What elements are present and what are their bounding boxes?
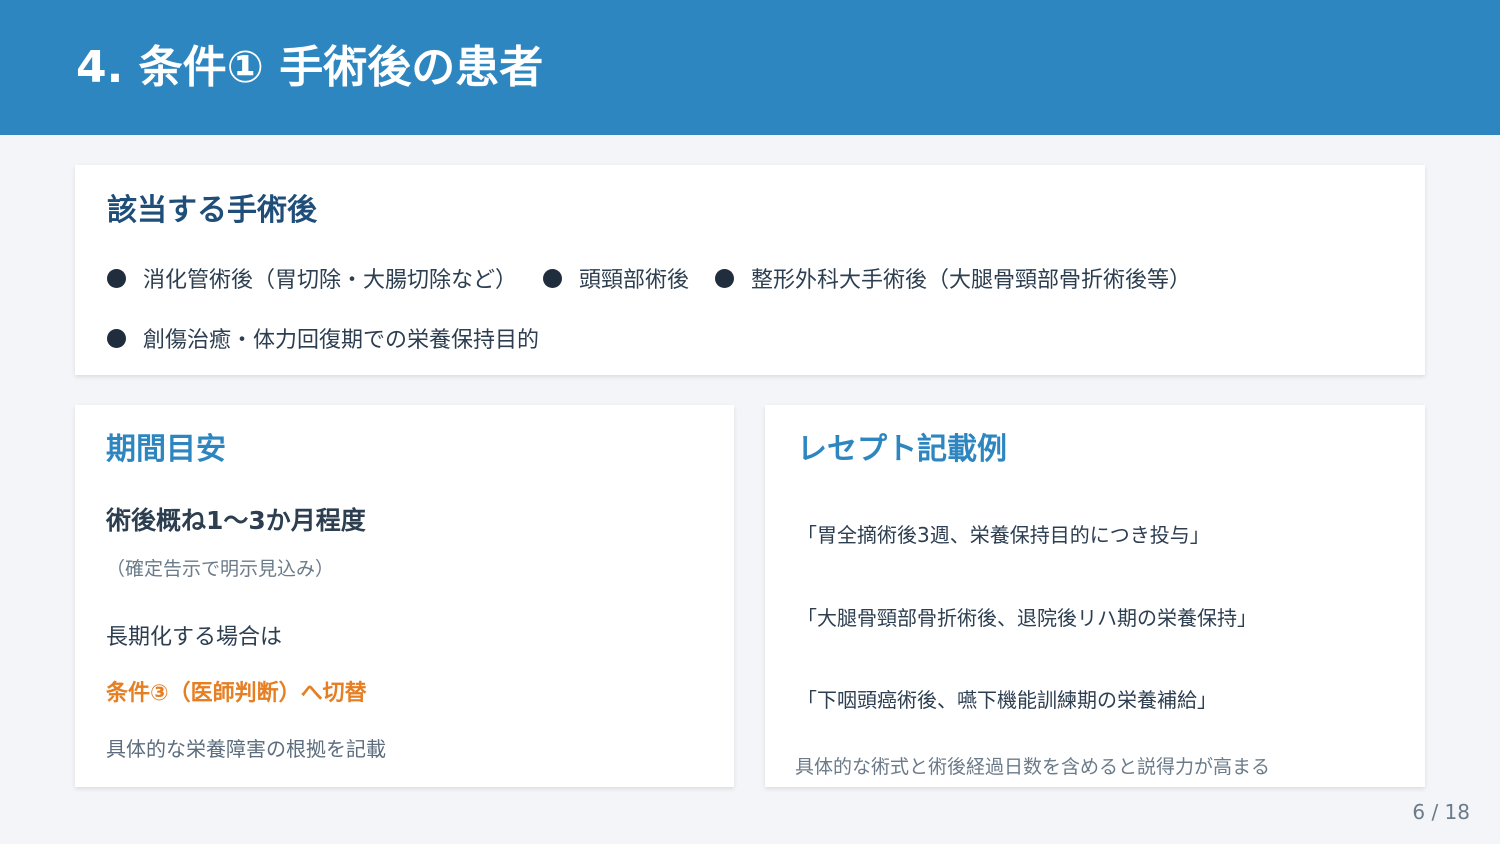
bullet-dot-icon [107,268,126,288]
duration-note: （確定告示で明示見込み） [106,558,335,580]
applicable-surgery-card: 該当する手術後 消化管術後（胃切除・大腸切除など） 頭頸部術後 整形外科大手術後… [75,165,1425,375]
record-note: 具体的な栄養障害の根拠を記載 [106,737,386,761]
list-item-text: 頭頸部術後 [579,268,690,293]
list-item: 頭頸部術後 [543,262,689,294]
switch-condition-text: 条件③（医師判断）へ切替 [106,681,367,706]
bullet-dot-icon [107,328,126,348]
bullet-row-1: 消化管術後（胃切除・大腸切除など） 頭頸部術後 整形外科大手術後（大腿骨頸部骨折… [107,263,1217,293]
receipt-tip: 具体的な術式と術後経過日数を含めると説得力が高まる [795,756,1271,778]
list-item: 整形外科大手術後（大腿骨頸部骨折術後等） [715,262,1191,294]
bullet-dot-icon [715,268,735,288]
duration-text: 術後概ね1～3か月程度 [106,506,366,535]
receipt-example: 「下咽頭癌術後、嚥下機能訓練期の栄養補給」 [797,688,1217,712]
page-number: 6 / 18 [1412,800,1470,824]
applicable-card-title: 該当する手術後 [107,193,317,228]
list-item-text: 創傷治癒・体力回復期での栄養保持目的 [143,328,540,353]
bullet-row-2: 創傷治癒・体力回復期での栄養保持目的 [107,323,565,353]
list-item-text: 整形外科大手術後（大腿骨頸部骨折術後等） [751,268,1192,293]
period-card: 期間目安 術後概ね1～3か月程度 （確定告示で明示見込み） 長期化する場合は 条… [75,405,734,787]
long-term-label: 長期化する場合は [106,625,283,650]
header-bar: 4. 条件① 手術後の患者 [0,0,1500,135]
list-item: 創傷治癒・体力回復期での栄養保持目的 [107,322,539,354]
receipt-card-title: レセプト記載例 [797,432,1007,467]
list-item-text: 消化管術後（胃切除・大腸切除など） [143,268,518,293]
receipt-example: 「大腿骨頸部骨折術後、退院後リハ期の栄養保持」 [797,606,1257,630]
slide-title: 4. 条件① 手術後の患者 [76,42,544,93]
period-card-title: 期間目安 [106,432,226,467]
receipt-example: 「胃全摘術後3週、栄養保持目的につき投与」 [797,523,1210,547]
list-item: 消化管術後（胃切除・大腸切除など） [107,262,517,294]
receipt-example-card: レセプト記載例 「胃全摘術後3週、栄養保持目的につき投与」 「大腿骨頸部骨折術後… [765,405,1425,787]
bullet-dot-icon [543,268,563,288]
